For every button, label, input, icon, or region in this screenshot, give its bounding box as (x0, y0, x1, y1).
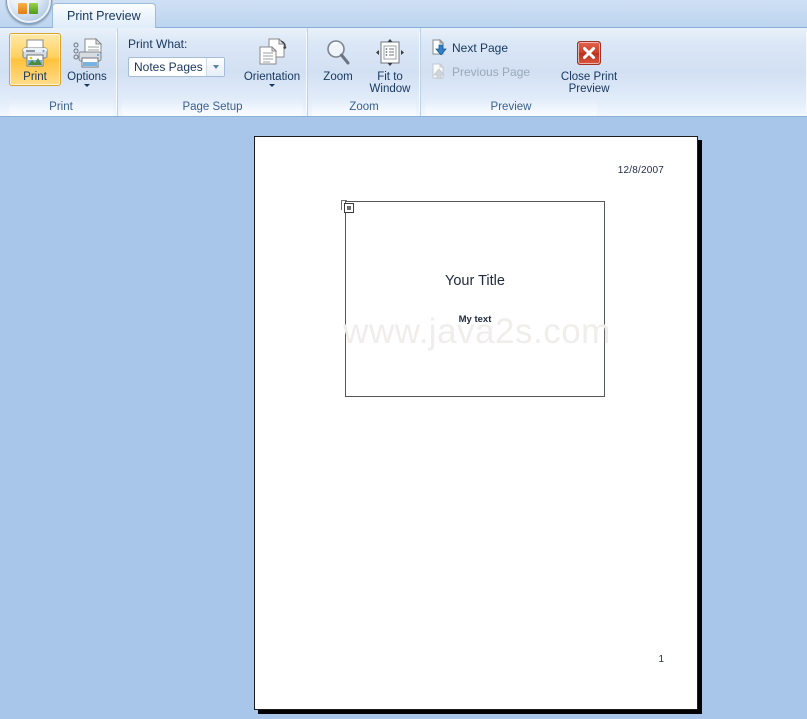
page-nav-buttons: Next Page Previous Page (425, 33, 536, 84)
ribbon-group-zoom-label: Zoom (312, 99, 416, 116)
preview-page[interactable]: 12/8/2007 Your Title My text www.java2s.… (254, 136, 698, 710)
slide-placeholder-anchor-icon (341, 200, 354, 213)
page-down-icon (431, 38, 447, 58)
fit-to-window-button[interactable]: Fit to Window (364, 33, 416, 98)
close-print-preview-button[interactable]: Close Print Preview (556, 33, 622, 98)
chevron-down-icon (84, 84, 90, 87)
previous-page-label: Previous Page (452, 65, 531, 79)
preview-workspace[interactable]: 12/8/2007 Your Title My text www.java2s.… (0, 117, 807, 719)
ribbon-group-print: Print Options Print (5, 28, 117, 116)
print-what-control: Print What: Notes Pages (122, 33, 231, 77)
orientation-button[interactable]: Orientation (241, 33, 303, 90)
next-page-button[interactable]: Next Page (425, 36, 536, 60)
ribbon-group-zoom: Zoom Fit to Window Zoom (307, 28, 420, 116)
tab-print-preview-label: Print Preview (67, 9, 141, 23)
page-up-icon (431, 62, 447, 82)
page-header-date: 12/8/2007 (617, 165, 664, 176)
slide-thumbnail[interactable]: Your Title My text (341, 200, 605, 397)
ribbon-group-page-setup: Print What: Notes Pages Orientation Page… (117, 28, 307, 116)
fit-to-window-icon (375, 37, 405, 69)
print-what-label: Print What: (128, 37, 188, 51)
slide-body-text: My text (458, 314, 492, 325)
tab-strip: Print Preview (0, 0, 807, 28)
zoom-label: Zoom (323, 71, 353, 83)
orientation-label: Orientation (243, 71, 301, 83)
office-logo-icon (18, 3, 41, 17)
print-what-dropdown-arrow-icon[interactable] (206, 58, 224, 76)
office-button[interactable] (6, 0, 52, 24)
ribbon-group-page-setup-label: Page Setup (122, 99, 303, 116)
ribbon-group-preview: Next Page Previous Page Close Print Prev… (420, 28, 807, 116)
print-options-button[interactable]: Options (61, 33, 113, 90)
previous-page-button[interactable]: Previous Page (425, 60, 536, 84)
print-button-label: Print (23, 71, 47, 83)
print-options-icon (70, 37, 104, 69)
chevron-down-icon (269, 84, 275, 87)
page-orientation-icon (256, 37, 288, 69)
printer-icon (19, 37, 51, 69)
close-red-x-icon (575, 37, 603, 69)
ribbon-group-print-label: Print (9, 99, 113, 116)
magnifier-icon (323, 37, 353, 69)
fit-to-window-label: Fit to Window (369, 71, 411, 95)
page-number: 1 (658, 654, 664, 665)
slide-title: Your Title (445, 273, 505, 289)
tab-print-preview[interactable]: Print Preview (52, 3, 156, 28)
zoom-button[interactable]: Zoom (312, 33, 364, 86)
print-preview-window: Print Preview Print Options Print Print … (0, 0, 807, 719)
print-button[interactable]: Print (9, 33, 61, 86)
print-options-label: Options (67, 71, 107, 83)
close-print-preview-label: Close Print Preview (560, 71, 618, 95)
ribbon: Print Options Print Print What: Notes Pa… (0, 28, 807, 117)
next-page-label: Next Page (452, 41, 509, 55)
print-what-value: Notes Pages (134, 60, 203, 74)
print-what-combobox[interactable]: Notes Pages (128, 57, 225, 77)
ribbon-group-preview-label: Preview (425, 99, 597, 116)
